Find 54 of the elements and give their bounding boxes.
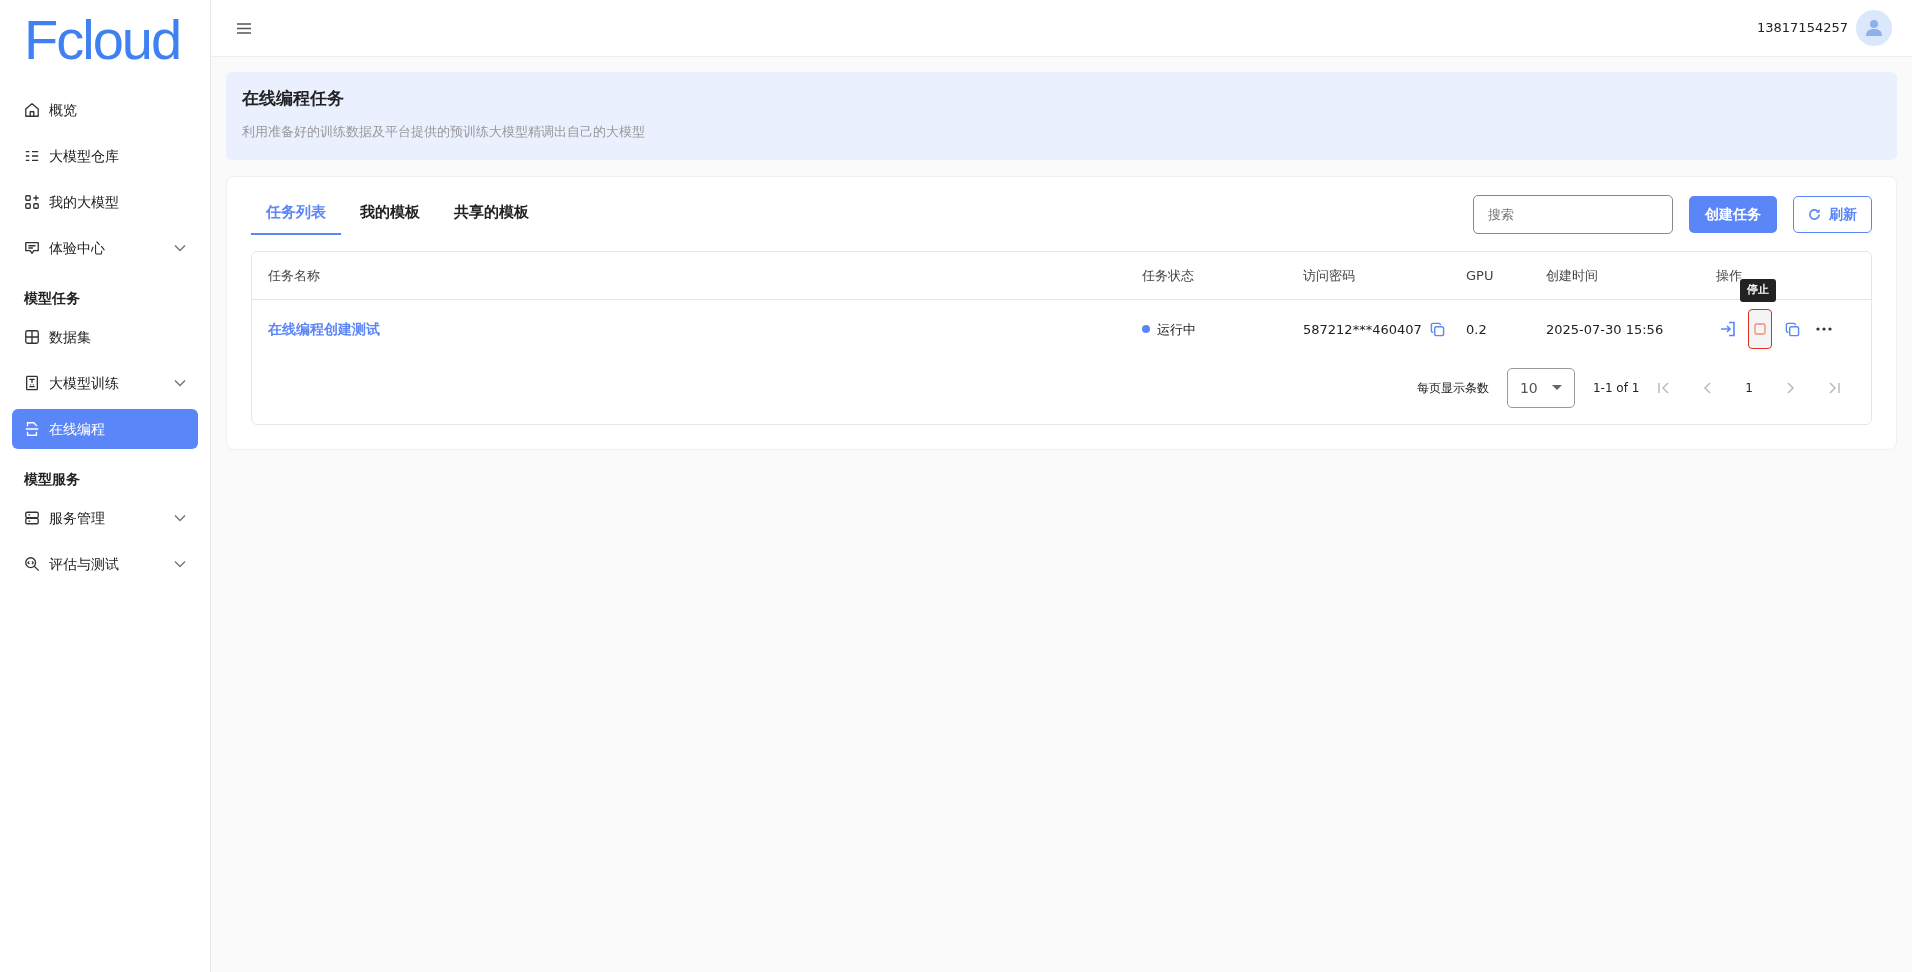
status-dot	[1142, 325, 1150, 334]
first-page-button[interactable]	[1657, 381, 1672, 396]
column-header: GPU	[1466, 267, 1495, 286]
column-header: 任务名称	[268, 267, 321, 286]
column-header: 操作	[1716, 267, 1743, 286]
list-icon	[24, 148, 40, 164]
page-title: 在线编程任务	[242, 88, 345, 109]
table-cell-text: 2025-07-30 15:56	[1546, 320, 1665, 339]
chat-icon	[24, 240, 40, 256]
document-scan-icon	[24, 421, 40, 437]
sidebar-item[interactable]: 概览	[12, 90, 198, 130]
column-header: 访问密码	[1303, 267, 1356, 286]
tab[interactable]: 我的模板	[345, 192, 435, 236]
sidebar-item[interactable]: 大模型仓库	[12, 136, 198, 176]
copy-icon	[1784, 321, 1800, 337]
sidebar-item[interactable]: 评估与测试	[12, 544, 198, 584]
status-text: 运行中	[1157, 320, 1196, 339]
column-header: 任务状态	[1142, 267, 1195, 286]
stop-icon	[1754, 323, 1766, 336]
hourglass-icon	[24, 375, 40, 391]
tab[interactable]: 共享的模板	[439, 192, 544, 236]
per-page-select[interactable]: 10	[1506, 368, 1575, 409]
password-text: 587212***460407	[1303, 320, 1422, 339]
server-icon	[24, 510, 40, 526]
table-icon	[24, 329, 40, 345]
tooltip: 停止	[1740, 279, 1776, 302]
page-range: 1-1 of 1	[1592, 380, 1640, 398]
table-cell-text: 0.2	[1466, 320, 1488, 339]
sidebar-item[interactable]: 我的大模型	[12, 182, 198, 222]
section-heading: 模型服务	[23, 470, 81, 489]
sidebar-item[interactable]: 服务管理	[12, 498, 198, 538]
sidebar-item[interactable]: 数据集	[12, 317, 198, 357]
home-icon	[24, 102, 40, 118]
last-page-button[interactable]	[1827, 381, 1841, 396]
menu-icon[interactable]	[237, 22, 251, 34]
stop-button[interactable]	[1748, 309, 1772, 350]
page-number[interactable]: 1	[1745, 379, 1753, 398]
user-phone: 13817154257	[1757, 19, 1848, 38]
sidebar-item[interactable]: 大模型训练	[12, 363, 198, 403]
sidebar-item[interactable]: 体验中心	[12, 228, 198, 268]
avatar-icon[interactable]	[1856, 10, 1892, 46]
more-icon	[1816, 327, 1832, 332]
logo: Fcloud	[23, 8, 182, 68]
column-header: 创建时间	[1546, 267, 1599, 286]
login-icon	[1720, 321, 1736, 338]
search-field[interactable]: 搜索	[1473, 194, 1673, 234]
section-heading: 模型任务	[23, 289, 81, 308]
page-subtitle: 利用准备好的训练数据及平台提供的预训练大模型精调出自己的大模型	[242, 123, 646, 142]
refresh-icon	[1808, 207, 1821, 221]
apps-icon	[24, 194, 40, 210]
copy-icon[interactable]	[1429, 321, 1445, 337]
caret-icon	[1551, 385, 1562, 392]
per-page-label: 每页显示条数	[1416, 380, 1489, 398]
search-icon	[24, 556, 40, 572]
